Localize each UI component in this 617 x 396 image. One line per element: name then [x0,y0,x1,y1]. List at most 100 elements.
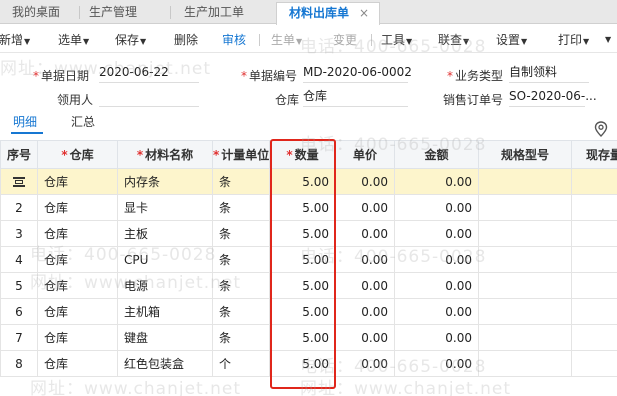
generate-button[interactable]: 生单▼ [271,31,302,48]
cell-qty[interactable]: 5.00 [269,194,336,221]
cell-spec[interactable] [478,220,572,247]
location-pin-icon[interactable] [594,121,608,137]
cell-material[interactable]: 电源 [117,272,213,299]
table-row[interactable]: 7 仓库 键盘 条 5.00 0.00 0.00 [0,324,617,351]
cell-spec[interactable] [478,194,572,221]
cell-unit[interactable]: 条 [212,298,270,325]
cell-spec[interactable] [478,246,572,273]
cell-spec[interactable] [478,324,572,351]
cell-amount[interactable]: 0.00 [394,246,479,273]
cell-stock[interactable] [571,194,617,221]
tab-production-management[interactable]: 生产管理 [89,3,137,24]
cell-spec[interactable] [478,298,572,325]
cell-material[interactable]: 键盘 [117,324,213,351]
cell-spec[interactable] [478,272,572,299]
table-row[interactable]: 8 仓库 红色包装盒 个 5.00 0.00 0.00 [0,350,617,377]
audit-button[interactable]: 审核 [222,31,246,48]
cell-warehouse[interactable]: 仓库 [37,194,118,221]
cell-qty[interactable]: 5.00 [269,298,336,325]
cell-material[interactable]: 主板 [117,220,213,247]
cell-amount[interactable]: 0.00 [394,350,479,377]
cell-material[interactable]: CPU [117,246,213,273]
cell-qty[interactable]: 5.00 [269,350,336,377]
cell-unit[interactable]: 个 [212,350,270,377]
column-header-price[interactable]: 单价 [335,140,395,169]
cell-stock[interactable] [571,298,617,325]
close-icon[interactable]: × [359,6,369,20]
cell-price[interactable]: 0.00 [335,220,395,247]
new-button[interactable]: 新增▼ [0,31,30,48]
cell-qty[interactable]: 5.00 [269,246,336,273]
cell-amount[interactable]: 0.00 [394,324,479,351]
save-button[interactable]: 保存▼ [115,31,146,48]
cell-spec[interactable] [478,350,572,377]
cell-amount[interactable]: 0.00 [394,168,479,195]
cell-material[interactable]: 内存条 [117,168,213,195]
cell-warehouse[interactable]: 仓库 [37,298,118,325]
cell-amount[interactable]: 0.00 [394,298,479,325]
cell-amount[interactable]: 0.00 [394,194,479,221]
cell-unit[interactable]: 条 [212,246,270,273]
doc-date-field[interactable]: 2020-06-22 [99,64,199,83]
requester-field[interactable] [99,88,199,107]
cell-unit[interactable]: 条 [212,194,270,221]
row-handle-icon[interactable] [12,176,26,188]
column-header-qty[interactable]: * 数量 [269,140,336,169]
print-button[interactable]: 打印▼ [558,31,589,48]
tab-material-issue[interactable]: 材料出库单 × [276,2,380,25]
tab-my-desktop[interactable]: 我的桌面 [12,3,60,24]
sales-order-field[interactable]: SO-2020-06-... [509,88,597,107]
cell-warehouse[interactable]: 仓库 [37,220,118,247]
cell-unit[interactable]: 条 [212,324,270,351]
column-header-material[interactable]: * 材料名称 [117,140,213,169]
cell-warehouse[interactable]: 仓库 [37,350,118,377]
cell-stock[interactable] [571,168,617,195]
cell-qty[interactable]: 5.00 [269,324,336,351]
cell-price[interactable]: 0.00 [335,246,395,273]
cell-unit[interactable]: 条 [212,272,270,299]
table-row[interactable]: 3 仓库 主板 条 5.00 0.00 0.00 [0,220,617,247]
cell-amount[interactable]: 0.00 [394,272,479,299]
column-header-spec[interactable]: 规格型号 [478,140,572,169]
cell-material[interactable]: 显卡 [117,194,213,221]
change-button[interactable]: 变更 [333,31,357,48]
delete-button[interactable]: 删除 [174,31,198,48]
cell-price[interactable]: 0.00 [335,168,395,195]
cell-warehouse[interactable]: 仓库 [37,324,118,351]
cell-price[interactable]: 0.00 [335,324,395,351]
linked-query-button[interactable]: 联查▼ [438,31,469,48]
doc-no-field[interactable]: MD-2020-06-0002 [303,64,412,83]
tab-summary[interactable]: 汇总 [71,113,95,130]
column-header-stock[interactable]: 现存量 [571,140,617,169]
cell-stock[interactable] [571,272,617,299]
cell-price[interactable]: 0.00 [335,298,395,325]
table-row[interactable]: 2 仓库 显卡 条 5.00 0.00 0.00 [0,194,617,221]
column-header-unit[interactable]: * 计量单位 [212,140,270,169]
cell-stock[interactable] [571,246,617,273]
select-order-button[interactable]: 选单▼ [58,31,89,48]
cell-unit[interactable]: 条 [212,168,270,195]
tab-production-order[interactable]: 生产加工单 [184,3,244,24]
tools-button[interactable]: 工具▼ [381,31,412,48]
cell-stock[interactable] [571,350,617,377]
cell-material[interactable]: 红色包装盒 [117,350,213,377]
cell-unit[interactable]: 条 [212,220,270,247]
cell-warehouse[interactable]: 仓库 [37,272,118,299]
row-selected-cell[interactable] [0,168,38,195]
table-row[interactable]: 5 仓库 电源 条 5.00 0.00 0.00 [0,272,617,299]
cell-warehouse[interactable]: 仓库 [37,246,118,273]
table-row[interactable]: 6 仓库 主机箱 条 5.00 0.00 0.00 [0,298,617,325]
more-button[interactable]: ▼ [605,35,611,44]
tab-detail[interactable]: 明细 [13,113,37,130]
cell-price[interactable]: 0.00 [335,350,395,377]
cell-price[interactable]: 0.00 [335,194,395,221]
cell-spec[interactable] [478,168,572,195]
cell-qty[interactable]: 5.00 [269,272,336,299]
column-header-warehouse[interactable]: * 仓库 [37,140,118,169]
column-header-seq[interactable]: 序号 [0,140,38,169]
biz-type-field[interactable]: 自制领料 [509,64,589,83]
settings-button[interactable]: 设置▼ [496,31,527,48]
cell-amount[interactable]: 0.00 [394,220,479,247]
column-header-amount[interactable]: 金额 [394,140,479,169]
cell-qty[interactable]: 5.00 [269,168,336,195]
